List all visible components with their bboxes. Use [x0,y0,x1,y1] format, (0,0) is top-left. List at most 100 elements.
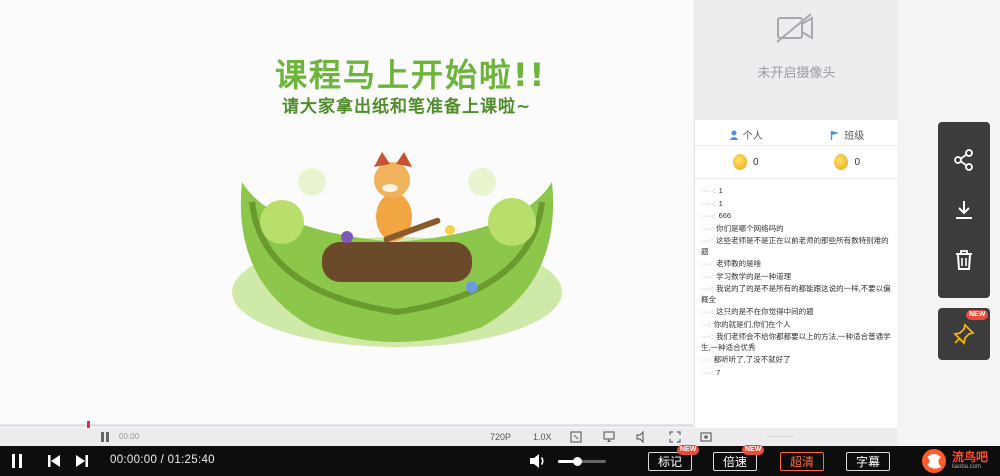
chat-text: 1 [718,186,723,195]
fullscreen-icon[interactable] [669,431,681,443]
tool-panel [938,122,990,298]
top-caption [0,0,690,8]
prev-icon [48,455,60,467]
logo-name: 流鸟吧 [952,450,989,464]
pause-icon [12,454,22,468]
coin-counters: 0 0 [695,150,898,174]
tab-class[interactable]: 班级 [797,124,899,145]
recorded-control-bar: 00:00 720P 1.0X ··········· [0,428,897,446]
chat-message: ····: 你们是哪个网络吗的 [701,223,784,233]
logo-url: liaoba.com [952,464,982,470]
speed-new-badge: NEW [742,445,765,455]
class-coin-count: 0 [854,156,861,168]
recorded-time: 00:00 [119,432,140,441]
video-area[interactable]: 课程马上开始啦!! 请大家拿出纸和笔准备上课啦~ [0,0,693,428]
camera-box: 未开启摄像头 [695,0,898,120]
chat-text: 你们是哪个网络吗的 [716,223,784,233]
pin-icon [953,323,975,345]
mark-new-badge: NEW [677,445,700,455]
class-coins: 0 [797,150,899,174]
total-time: 01:25:40 [167,454,215,466]
trash-icon [956,250,972,270]
tab-personal-label: 个人 [742,131,763,142]
download-icon [956,201,972,219]
pin-button[interactable]: NEW [938,308,990,360]
volume-slider[interactable] [558,457,606,466]
chat-text: 你的就是们,你们在个人 [713,319,791,329]
chat-message: ·····: 666 [701,211,732,220]
bookmark-icon[interactable] [570,431,582,443]
chat-message: ····: 7 [701,367,721,377]
chat-message: ·····: 1 [701,186,723,195]
share-button[interactable] [938,140,990,180]
slide-title: 课程马上开始啦!! [275,56,547,94]
previous-button[interactable] [44,446,64,476]
settings-icon[interactable] [700,431,712,443]
subtitle-button[interactable]: 字幕 [846,452,890,471]
chat-message: ····: 老师教的是啥 [701,259,762,268]
tab-personal[interactable]: 个人 [695,124,797,145]
recorded-speed[interactable]: 1.0X [533,432,552,442]
recorded-pause-icon[interactable] [100,432,110,442]
chat-message: ·····: 1 [701,198,723,208]
slide-subtitle: 请大家拿出纸和笔准备上课啦~ [282,97,532,117]
quality-label: 超清 [789,455,814,469]
recorded-volume-icon[interactable] [636,431,648,443]
chat-message: ···: 都听听了,了没不就好了 [701,355,791,364]
chat-text: 这只的是不在你觉得中间的题 [716,307,814,316]
recorded-progress-marker[interactable] [87,421,90,428]
chat-text: 1 [718,198,723,208]
chat-tabs: 个人 班级 [695,124,898,146]
chat-text: 老师教的是啥 [716,259,762,268]
recorded-status-text: ··········· [765,432,795,441]
mark-label: 标记 [657,455,682,469]
user-icon [729,130,739,140]
coin-icon [732,154,747,170]
screen-icon[interactable] [603,431,615,443]
personal-coins: 0 [695,150,797,174]
volume-knob[interactable] [573,457,583,466]
next-icon [76,455,88,467]
player-bar: 00:00:00 / 01:25:40 标记 NEW 倍速 NEW 超清 字幕 [0,445,1000,476]
screen: 课程马上开始啦!! 请大家拿出纸和笔准备上课啦~ 未开启摄像头 个人 班级 0 … [0,0,1000,476]
download-button[interactable] [938,190,990,230]
play-pause-button[interactable] [6,446,28,476]
camera-status: 未开启摄像头 [757,65,836,80]
chat-message: ···: 你的就是们,你们在个人 [701,319,791,329]
tab-class-label: 班级 [844,131,865,142]
chat-text: 666 [718,211,732,220]
coin-icon [834,154,849,170]
chat-list[interactable]: ·····: 1 ·····: 1 ·····: 666 ····: 你们是哪个网络吗的… [701,186,894,426]
camera-off-icon [776,13,813,43]
chat-text: 我们老师会不给你都都要以上的方法,一种适合普通学生,一种适合优秀 [701,332,891,352]
pin-new-badge: NEW [966,310,989,320]
flag-icon [831,130,840,140]
quality-button[interactable]: 超清 [780,452,824,471]
chat-message: ····: 这些老师是不是正在以前老师的那些所有数特别难的题 [701,236,889,256]
playback-time: 00:00:00 / 01:25:40 [110,454,215,466]
volume-button[interactable] [527,446,549,476]
recorded-progress-track[interactable] [0,421,693,428]
current-time: 00:00:00 [110,454,158,466]
chat-text: 我说的了的是不是所有的都能跟这说的一样,不要以偏概全 [701,284,891,304]
subtitle-label: 字幕 [855,455,880,469]
chat-text: 这些老师是不是正在以前老师的那些所有数特别难的题 [701,236,889,256]
share-icon [954,149,973,171]
chat-text: 学习数学的是一种道理 [716,271,792,281]
recorded-quality[interactable]: 720P [490,432,511,442]
horse-guitar-illustration [232,152,562,347]
volume-icon [530,454,544,468]
chat-message: ····: 我说的了的是不是所有的都能跟这说的一样,不要以偏概全 [701,284,891,304]
chat-message: ····: 学习数学的是一种道理 [701,271,792,281]
next-button[interactable] [72,446,92,476]
delete-button[interactable] [938,240,990,280]
personal-coin-count: 0 [752,156,759,168]
chat-message: ····: 我们老师会不给你都都要以上的方法,一种适合普通学生,一种适合优秀 [701,332,891,352]
chat-message: ····: 这只的是不在你觉得中间的题 [701,307,814,316]
chat-text: 都听听了,了没不就好了 [713,355,791,364]
divider [695,178,898,179]
chat-text: 7 [716,367,721,377]
time-separator: / [160,454,165,466]
speed-label: 倍速 [722,455,747,469]
side-panel: 未开启摄像头 个人 班级 0 0 ·····: 1 ·····: 1 ·····… [694,0,898,428]
